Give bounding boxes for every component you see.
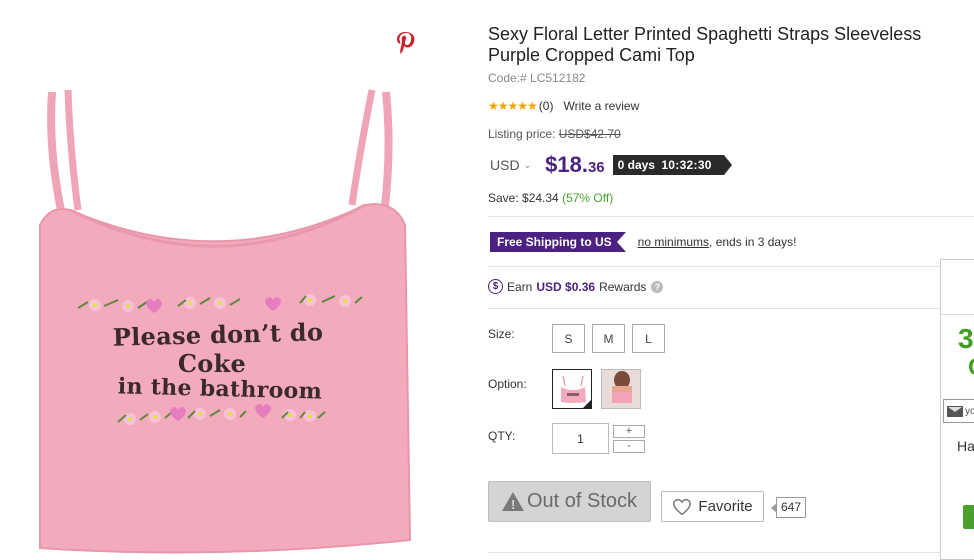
product-image[interactable]: Please don’t do Coke in the bathroom <box>0 0 430 560</box>
favorite-count: 647 <box>770 497 807 518</box>
rating-row: ★★★★★ (0) Write a review <box>488 99 639 113</box>
favorite-button[interactable]: Favorite <box>661 491 764 522</box>
option-thumb-2[interactable] <box>601 369 641 409</box>
warning-icon: ! <box>501 492 524 512</box>
rewards-amount: USD $0.36 <box>536 279 596 294</box>
help-icon[interactable]: ? <box>651 280 664 293</box>
product-code: Code:# LC512182 <box>488 71 586 85</box>
free-shipping-badge: Free Shipping to US <box>490 232 626 252</box>
star-rating-icon: ★★★★★ <box>488 99 538 113</box>
qty-input[interactable] <box>552 423 609 454</box>
rewards-coin-icon: $ <box>488 279 503 294</box>
mail-icon <box>947 405 963 417</box>
size-option-s[interactable]: S <box>552 324 585 353</box>
popup-email-placeholder: yo <box>965 405 974 417</box>
option-thumb-1[interactable] <box>552 369 592 409</box>
no-minimums-link[interactable]: no minimums <box>638 235 709 249</box>
pinterest-icon[interactable] <box>393 30 417 54</box>
listing-price-row: Listing price: USD$42.70 <box>488 127 621 141</box>
popup-email-field[interactable]: yo <box>943 399 974 423</box>
rewards-suffix: Rewards <box>599 279 647 294</box>
currency-select[interactable]: USD ⌄ <box>490 157 531 173</box>
listing-price-value: USD$42.70 <box>558 127 621 141</box>
out-of-stock-button[interactable]: ! Out of Stock <box>488 481 651 522</box>
size-label: Size: <box>488 327 515 341</box>
countdown-time: 10:32:30 <box>661 158 712 172</box>
divider <box>488 216 974 217</box>
qty-steps: + - <box>613 424 645 453</box>
divider <box>488 552 974 553</box>
popup-header <box>941 260 974 315</box>
size-option-l[interactable]: L <box>632 324 665 353</box>
promo-popup: 3 C yo Ha <box>940 259 974 560</box>
option-thumb-image <box>561 375 586 403</box>
price-cents: 36 <box>587 159 605 176</box>
option-label: Option: <box>488 377 527 391</box>
shipping-row: Free Shipping to US no minimums , ends i… <box>490 232 796 252</box>
popup-big-letter: C <box>968 354 974 382</box>
divider <box>488 308 974 309</box>
currency-value: USD <box>490 157 520 173</box>
qty-increase-button[interactable]: + <box>613 424 645 438</box>
rewards-prefix: Earn <box>507 279 533 294</box>
qty-stepper: + - <box>552 423 645 454</box>
review-count[interactable]: (0) <box>539 99 554 113</box>
write-review-link[interactable]: Write a review <box>563 99 639 113</box>
rewards-row: $ Earn USD $0.36 Rewards ? <box>488 279 664 294</box>
heart-icon <box>673 498 692 515</box>
qty-label: QTY: <box>488 429 516 443</box>
save-amount: Save: $24.34 <box>488 191 559 205</box>
popup-text: Ha <box>957 438 974 454</box>
price-main: $18. <box>545 152 588 177</box>
sale-price: $18. 36 <box>545 152 605 178</box>
shipping-ends-text: , ends in 3 days! <box>709 235 797 249</box>
chevron-down-icon: ⌄ <box>523 159 532 170</box>
savings-text: Save: $24.34 (57% Off) <box>488 191 613 205</box>
option-thumb-image <box>602 370 640 408</box>
save-percent: (57% Off) <box>562 191 614 205</box>
listing-price-label: Listing price: <box>488 127 556 141</box>
countdown-badge: 0 days 10:32:30 <box>612 155 732 175</box>
out-of-stock-label: Out of Stock <box>526 490 638 512</box>
popup-submit-button[interactable] <box>963 505 974 529</box>
cami-top-image <box>39 89 412 554</box>
divider <box>488 266 974 267</box>
price-row: USD ⌄ $18. 36 0 days 10:32:30 <box>488 150 732 180</box>
countdown-days: 0 days <box>617 158 655 172</box>
favorite-label: Favorite <box>698 498 753 515</box>
size-selector: S M L <box>552 324 665 353</box>
product-title: Sexy Floral Letter Printed Spaghetti Str… <box>488 24 922 65</box>
qty-decrease-button[interactable]: - <box>613 439 645 453</box>
size-option-m[interactable]: M <box>592 324 625 353</box>
option-selector <box>552 369 641 409</box>
popup-big-digit: 3 <box>958 323 974 354</box>
